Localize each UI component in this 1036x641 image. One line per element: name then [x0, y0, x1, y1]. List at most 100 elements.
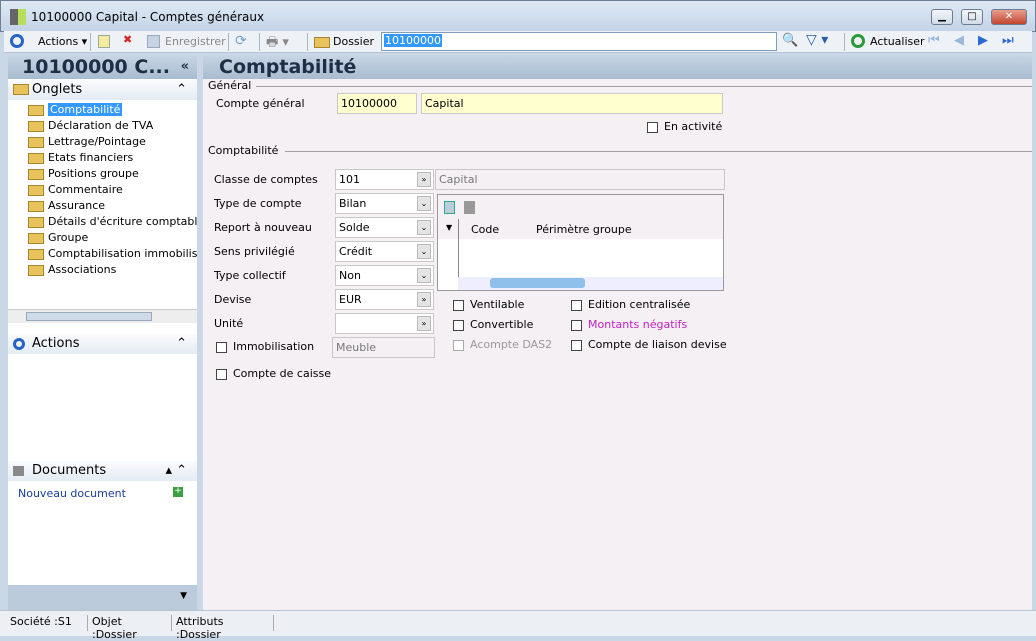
tab-item[interactable]: Déclaration de TVA — [28, 119, 197, 132]
checkbox-option[interactable]: Montants négatifs — [571, 318, 687, 331]
folder-icon — [28, 120, 44, 132]
tabs-header[interactable]: Onglets ⌃ — [8, 80, 197, 100]
chevron-down-icon[interactable]: » — [417, 292, 431, 307]
previous-icon[interactable]: ◀ — [954, 33, 964, 48]
title-bar: 10100000 Capital - Comptes généraux ▁ □ … — [0, 0, 1036, 32]
collapse-icon[interactable]: ⌃ — [176, 82, 187, 97]
account-label: Compte général — [216, 97, 305, 110]
active-label: En activité — [664, 120, 723, 133]
delete-icon[interactable]: ✖ — [123, 33, 132, 46]
actions-header[interactable]: Actions ⌃ — [8, 334, 197, 354]
tab-label: Groupe — [48, 231, 89, 244]
checkbox-label: Acompte DAS2 — [470, 338, 553, 351]
grid-menu-icon[interactable]: ▼ — [446, 223, 452, 232]
maximize-button[interactable]: □ — [961, 9, 983, 25]
column-perimetre[interactable]: Périmètre groupe — [536, 223, 632, 236]
checkbox-option[interactable]: Ventilable — [453, 298, 524, 311]
checkbox[interactable] — [571, 339, 582, 351]
tab-item[interactable]: Associations — [28, 263, 197, 276]
chevron-down-icon[interactable]: ⌄ — [417, 196, 431, 211]
account-name-input[interactable]: Capital — [421, 93, 723, 114]
folder-icon — [28, 248, 44, 260]
checkbox[interactable] — [647, 121, 658, 133]
collapse-icon[interactable]: ⌃ — [176, 336, 187, 351]
chevron-down-icon[interactable]: ⌄ — [417, 220, 431, 235]
collapse-panel-button[interactable]: « — [181, 59, 189, 74]
tab-item[interactable]: Détails d'écriture comptable — [28, 215, 197, 228]
filter-icon[interactable]: ▽ ▾ — [806, 32, 828, 48]
scrollbar-thumb[interactable] — [26, 312, 152, 321]
checkbox[interactable] — [571, 299, 582, 311]
delete-row-icon[interactable] — [464, 201, 475, 214]
general-legend: Général — [208, 79, 252, 92]
collapse-icon[interactable]: ▴ ⌃ — [165, 463, 187, 478]
actions-menu[interactable]: Actions ▾ — [38, 35, 87, 48]
tab-item[interactable]: Comptabilité — [28, 103, 197, 116]
documents-header[interactable]: Documents ▴ ⌃ — [8, 461, 197, 481]
field-select[interactable]: 101 » — [335, 169, 434, 190]
column-code[interactable]: Code — [471, 223, 499, 236]
checkbox[interactable] — [216, 368, 227, 380]
field-select[interactable]: EUR » — [335, 289, 434, 310]
tab-label: Assurance — [48, 199, 106, 212]
search-input[interactable]: 10100000 — [381, 32, 777, 51]
checkbox[interactable] — [216, 341, 227, 353]
tab-item[interactable]: Lettrage/Pointage — [28, 135, 197, 148]
cash-checkbox[interactable]: Compte de caisse — [216, 367, 331, 380]
minimize-button[interactable]: ▁ — [931, 9, 953, 25]
immobilisation-checkbox[interactable]: Immobilisation — [216, 340, 314, 353]
folder-button[interactable]: Dossier — [333, 35, 374, 48]
checkbox-option[interactable]: Convertible — [453, 318, 533, 331]
immobilisation-input[interactable]: Meuble — [332, 337, 435, 358]
tab-item[interactable]: Positions groupe — [28, 167, 197, 180]
last-icon[interactable]: ⏭ — [1002, 33, 1014, 48]
chevron-down-icon[interactable]: » — [417, 172, 431, 187]
tab-item[interactable]: Assurance — [28, 199, 197, 212]
horizontal-scrollbar[interactable] — [8, 309, 197, 323]
divider — [256, 86, 1032, 87]
new-document-link[interactable]: Nouveau document — [18, 487, 126, 500]
first-icon[interactable]: ⏮ — [928, 33, 940, 48]
add-document-icon[interactable]: + — [173, 487, 183, 497]
checkbox-option[interactable]: Edition centralisée — [571, 298, 690, 311]
scrollbar-thumb[interactable] — [490, 278, 585, 288]
sync-icon[interactable]: ⟳ — [235, 33, 247, 49]
tab-item[interactable]: Groupe — [28, 231, 197, 244]
active-checkbox[interactable]: En activité — [647, 120, 722, 133]
new-icon[interactable] — [98, 35, 110, 48]
add-row-icon[interactable] — [444, 201, 455, 214]
record-title-text: 10100000 C... — [22, 56, 170, 78]
tabs-header-label: Onglets — [32, 82, 83, 97]
checkbox-label: Montants négatifs — [588, 318, 688, 331]
save-icon[interactable] — [147, 35, 160, 48]
field-label: Unité — [214, 317, 244, 330]
checkbox[interactable] — [453, 299, 464, 311]
field-select[interactable]: » — [335, 313, 434, 334]
checkbox[interactable] — [453, 339, 464, 351]
chevron-down-icon[interactable]: ▼ — [180, 591, 187, 601]
search-icon[interactable]: 🔍 — [782, 33, 798, 48]
field-select[interactable]: Crédit ⌄ — [335, 241, 434, 262]
chevron-down-icon[interactable]: ⌄ — [417, 268, 431, 283]
checkbox[interactable] — [453, 319, 464, 331]
refresh-button[interactable]: Actualiser — [870, 35, 925, 48]
checkbox[interactable] — [571, 319, 582, 331]
field-select[interactable]: Bilan ⌄ — [335, 193, 434, 214]
target-icon[interactable] — [10, 34, 24, 48]
print-icon[interactable]: 🖶 ▾ — [266, 33, 289, 55]
account-input[interactable]: 10100000 — [337, 93, 417, 114]
chevron-down-icon[interactable]: » — [417, 316, 431, 331]
tab-item[interactable]: Etats financiers — [28, 151, 197, 164]
chevron-down-icon[interactable]: ⌄ — [417, 244, 431, 259]
checkbox-option[interactable]: Compte de liaison devise — [571, 338, 727, 351]
save-button[interactable]: Enregistrer — [165, 35, 226, 48]
close-button[interactable]: ✕ — [991, 9, 1027, 25]
field-select[interactable]: Solde ⌄ — [335, 217, 434, 238]
next-icon[interactable]: ▶ — [978, 33, 988, 48]
tab-item[interactable]: Comptabilisation immobilisations — [28, 247, 197, 260]
refresh-icon[interactable] — [851, 34, 865, 48]
field-select[interactable]: Non ⌄ — [335, 265, 434, 286]
tab-item[interactable]: Commentaire — [28, 183, 197, 196]
grid-scrollbar[interactable] — [458, 277, 723, 290]
folder-icon — [13, 84, 29, 95]
